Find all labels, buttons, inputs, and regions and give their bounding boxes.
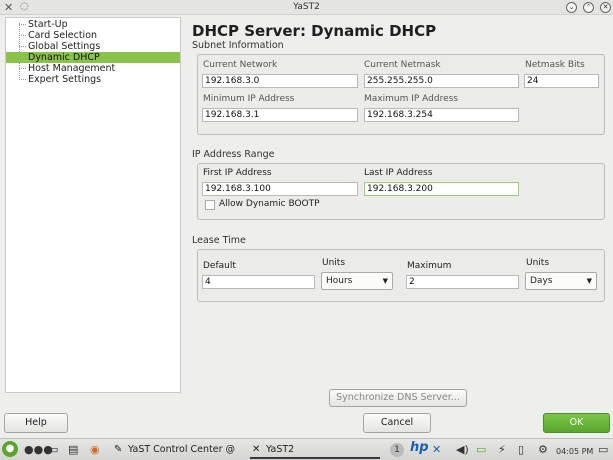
min-ip-field[interactable]: 192.168.3.1 [202, 108, 358, 122]
default-lease-label: Default [203, 261, 236, 271]
taskbar-task-yast-control-center[interactable]: ✎ YaST Control Center @ [112, 441, 236, 459]
subnet-section-label: Subnet Information [192, 40, 284, 51]
tree-item-start-up[interactable]: Start-Up [6, 19, 180, 30]
taskbar: ● ●●● ▭ ▤ ◉ ✎ YaST Control Center @ ✕ Ya… [0, 438, 613, 460]
lease-section-label: Lease Time [192, 235, 246, 246]
start-menu-icon[interactable]: ● [2, 441, 18, 457]
last-ip-label: Last IP Address [364, 168, 433, 178]
navigation-tree: Start-Up Card Selection Global Settings … [5, 17, 181, 393]
first-ip-field[interactable]: 192.168.3.100 [202, 182, 358, 196]
ok-button-label: OK [569, 417, 584, 428]
close-button[interactable]: ✕ [600, 2, 611, 13]
cancel-button-label: Cancel [380, 417, 414, 428]
maximize-button[interactable]: ⌃ [583, 2, 594, 13]
last-ip-field[interactable]: 192.168.3.200 [364, 182, 519, 196]
allow-bootp-checkbox[interactable] [205, 200, 215, 210]
maximum-lease-field[interactable]: 2 [406, 275, 519, 289]
help-button[interactable]: Help [4, 413, 68, 433]
window-titlebar: ✕ ◌ YaST2 ⌄ ⌃ ✕ [0, 0, 613, 15]
synchronize-dns-label: Synchronize DNS Server... [336, 392, 460, 403]
display-icon[interactable]: ▯ [518, 443, 524, 456]
connection-icon[interactable]: ⚡ [498, 443, 506, 456]
cancel-button[interactable]: Cancel [363, 413, 431, 433]
units2-value: Days [530, 276, 553, 286]
page-title: DHCP Server: Dynamic DHCP [192, 22, 437, 40]
file-manager-icon[interactable]: ▤ [68, 443, 78, 456]
current-netmask-label: Current Netmask [364, 60, 441, 70]
units1-value: Hours [326, 276, 353, 286]
current-network-field[interactable]: 192.168.3.0 [202, 74, 358, 88]
units2-select[interactable]: Days ▼ [525, 272, 597, 290]
volume-icon[interactable]: ◀) [456, 443, 469, 456]
notification-badge[interactable]: 1 [390, 443, 404, 457]
minimize-button[interactable]: ⌄ [566, 2, 577, 13]
first-ip-label: First IP Address [203, 168, 272, 178]
settings-icon[interactable]: ⚙ [538, 443, 548, 456]
tree-item-dynamic-dhcp[interactable]: Dynamic DHCP [6, 52, 180, 63]
help-button-label: Help [25, 417, 47, 428]
window-title: YaST2 [293, 2, 320, 12]
synchronize-dns-button[interactable]: Synchronize DNS Server... [329, 389, 467, 407]
hp-icon[interactable]: hp [410, 441, 429, 454]
ok-button[interactable]: OK [543, 413, 610, 433]
taskbar-task-label: YaST2 [266, 444, 295, 455]
chevron-down-icon: ▼ [382, 277, 388, 285]
chevron-down-icon: ▼ [586, 277, 592, 285]
allow-bootp-label[interactable]: Allow Dynamic BOOTP [219, 199, 320, 209]
units2-label: Units [526, 258, 550, 268]
tree-item-global-settings[interactable]: Global Settings [6, 41, 180, 52]
taskbar-task-yast2[interactable]: ✕ YaST2 [250, 441, 380, 459]
show-desktop-icon[interactable]: ▭ [598, 443, 608, 456]
default-lease-field[interactable]: 4 [202, 275, 315, 289]
current-netmask-field[interactable]: 255.255.255.0 [364, 74, 519, 88]
taskbar-task-label: YaST Control Center @ [128, 444, 236, 455]
battery-icon[interactable]: ▭ [476, 443, 486, 456]
tree-item-card-selection[interactable]: Card Selection [6, 30, 180, 41]
netmask-bits-field[interactable]: 24 [524, 74, 599, 88]
netmask-bits-label: Netmask Bits [525, 60, 585, 70]
desktop-icon[interactable]: ▭ [48, 443, 58, 456]
min-ip-label: Minimum IP Address [203, 94, 295, 104]
range-section-label: IP Address Range [192, 149, 275, 160]
units1-select[interactable]: Hours ▼ [321, 272, 393, 290]
yast-icon: ✎ [114, 444, 123, 455]
network-tools-icon[interactable]: ✕ [432, 443, 441, 456]
current-network-label: Current Network [203, 60, 278, 70]
browser-icon[interactable]: ◉ [90, 443, 100, 456]
yast-icon: ✕ [252, 444, 261, 455]
max-ip-label: Maximum IP Address [364, 94, 458, 104]
tree-item-expert-settings[interactable]: Expert Settings [6, 74, 180, 85]
tree-item-host-management[interactable]: Host Management [6, 63, 180, 74]
maximum-lease-label: Maximum [407, 261, 452, 271]
units1-label: Units [322, 258, 346, 268]
clock[interactable]: 04:05 PM [556, 445, 593, 458]
max-ip-field[interactable]: 192.168.3.254 [364, 108, 519, 122]
